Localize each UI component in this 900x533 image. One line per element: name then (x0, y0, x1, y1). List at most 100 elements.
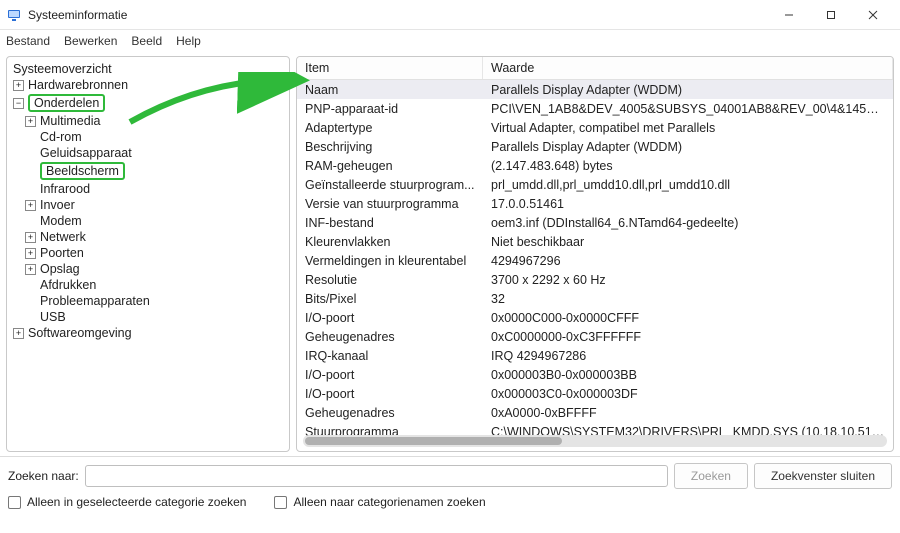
tree-label: Invoer (40, 198, 75, 212)
tree-components[interactable]: −Onderdelen (11, 93, 285, 113)
horizontal-scrollbar[interactable] (303, 435, 887, 447)
cell-value: 0xA0000-0xBFFFF (483, 405, 893, 421)
window-controls (768, 1, 894, 29)
list-row[interactable]: Geheugenadres0xC0000000-0xC3FFFFFF (297, 327, 893, 346)
cell-item: Beschrijving (297, 139, 483, 155)
cell-item: Bits/Pixel (297, 291, 483, 307)
tree-label: Systeemoverzicht (13, 62, 112, 76)
list-row[interactable]: BeschrijvingParallels Display Adapter (W… (297, 137, 893, 156)
tree-problem-devices[interactable]: Probleemapparaten (11, 293, 285, 309)
tree-label: Multimedia (40, 114, 100, 128)
tree-infrared[interactable]: Infrarood (11, 181, 285, 197)
checkbox-icon (8, 496, 21, 509)
tree-root[interactable]: Systeemoverzicht (11, 61, 285, 77)
list-row[interactable]: I/O-poort0x000003B0-0x000003BB (297, 365, 893, 384)
list-row[interactable]: RAM-geheugen(2.147.483.648) bytes (297, 156, 893, 175)
tree-software-env[interactable]: +Softwareomgeving (11, 325, 285, 341)
cell-item: IRQ-kanaal (297, 348, 483, 364)
app-icon (6, 7, 22, 23)
cell-value: Virtual Adapter, compatibel met Parallel… (483, 120, 893, 136)
checkbox-category-names[interactable]: Alleen naar categorienamen zoeken (274, 495, 485, 509)
list-row[interactable]: IRQ-kanaalIRQ 4294967286 (297, 346, 893, 365)
cell-item: PNP-apparaat-id (297, 101, 483, 117)
tree-ports[interactable]: +Poorten (11, 245, 285, 261)
cell-value: 4294967296 (483, 253, 893, 269)
column-header-value[interactable]: Waarde (483, 57, 893, 79)
cell-value: 17.0.0.51461 (483, 196, 893, 212)
cell-value: 0x000003C0-0x000003DF (483, 386, 893, 402)
cell-item: Geïnstalleerde stuurprogram... (297, 177, 483, 193)
list-row[interactable]: KleurenvlakkenNiet beschikbaar (297, 232, 893, 251)
tree-storage[interactable]: + Opslag (11, 261, 285, 277)
list-row[interactable]: Geheugenadres0xA0000-0xBFFFF (297, 403, 893, 422)
tree-label: Cd-rom (40, 130, 82, 144)
menu-view[interactable]: Beeld (131, 34, 162, 48)
maximize-button[interactable] (810, 1, 852, 29)
tree-usb[interactable]: USB (11, 309, 285, 325)
tree-multimedia[interactable]: + Multimedia (11, 113, 285, 129)
list-row[interactable]: Resolutie3700 x 2292 x 60 Hz (297, 270, 893, 289)
list-row[interactable]: NaamParallels Display Adapter (WDDM) (297, 80, 893, 99)
expand-icon[interactable]: + (25, 264, 36, 275)
tree-modem[interactable]: Modem (11, 213, 285, 229)
expand-icon[interactable]: + (13, 328, 24, 339)
cell-item: Resolutie (297, 272, 483, 288)
cell-item: I/O-poort (297, 310, 483, 326)
tree-label: Beeldscherm (40, 162, 125, 180)
checkbox-selected-category[interactable]: Alleen in geselecteerde categorie zoeken (8, 495, 246, 509)
tree-label: Infrarood (40, 182, 90, 196)
scrollbar-thumb[interactable] (305, 437, 562, 445)
expand-icon[interactable]: + (25, 232, 36, 243)
menu-help[interactable]: Help (176, 34, 201, 48)
tree-label: Netwerk (40, 230, 86, 244)
cell-item: Geheugenadres (297, 329, 483, 345)
collapse-icon[interactable]: − (13, 98, 24, 109)
close-search-button[interactable]: Zoekvenster sluiten (754, 463, 892, 489)
list-row[interactable]: I/O-poort0x0000C000-0x0000CFFF (297, 308, 893, 327)
titlebar: Systeeminformatie (0, 0, 900, 30)
tree-label: Onderdelen (28, 94, 105, 112)
expand-icon[interactable]: + (25, 200, 36, 211)
cell-value: 3700 x 2292 x 60 Hz (483, 272, 893, 288)
minimize-button[interactable] (768, 1, 810, 29)
cell-value: oem3.inf (DDInstall64_6.NTamd64-gedeelte… (483, 215, 893, 231)
cell-item: RAM-geheugen (297, 158, 483, 174)
list-row[interactable]: INF-bestandoem3.inf (DDInstall64_6.NTamd… (297, 213, 893, 232)
search-label: Zoeken naar: (8, 469, 79, 483)
close-button[interactable] (852, 1, 894, 29)
tree-network[interactable]: + Netwerk (11, 229, 285, 245)
tree-sound[interactable]: Geluidsapparaat (11, 145, 285, 161)
tree-printing[interactable]: Afdrukken (11, 277, 285, 293)
expand-icon[interactable]: + (25, 248, 36, 259)
cell-value: 32 (483, 291, 893, 307)
list-header: Item Waarde (297, 57, 893, 80)
expand-icon[interactable]: + (25, 116, 36, 127)
list-row[interactable]: Versie van stuurprogramma17.0.0.51461 (297, 194, 893, 213)
list-row[interactable]: Vermeldingen in kleurentabel4294967296 (297, 251, 893, 270)
search-input[interactable] (85, 465, 668, 487)
tree-cdrom[interactable]: Cd-rom (11, 129, 285, 145)
column-header-item[interactable]: Item (297, 57, 483, 79)
content-area: Systeemoverzicht +Hardwarebronnen −Onder… (0, 52, 900, 456)
list-row[interactable]: PNP-apparaat-idPCI\VEN_1AB8&DEV_4005&SUB… (297, 99, 893, 118)
menu-edit[interactable]: Bewerken (64, 34, 117, 48)
menu-file[interactable]: Bestand (6, 34, 50, 48)
tree-hardware[interactable]: +Hardwarebronnen (11, 77, 285, 93)
search-bar: Zoeken naar: Zoeken Zoekvenster sluiten … (0, 456, 900, 513)
tree-panel[interactable]: Systeemoverzicht +Hardwarebronnen −Onder… (6, 56, 290, 452)
cell-value: Parallels Display Adapter (WDDM) (483, 139, 893, 155)
cell-value: (2.147.483.648) bytes (483, 158, 893, 174)
tree-display[interactable]: Beeldscherm (11, 161, 285, 181)
search-button[interactable]: Zoeken (674, 463, 748, 489)
cell-item: Vermeldingen in kleurentabel (297, 253, 483, 269)
list-row[interactable]: I/O-poort0x000003C0-0x000003DF (297, 384, 893, 403)
tree-label: Opslag (40, 262, 80, 276)
expand-icon[interactable]: + (13, 80, 24, 91)
list-row[interactable]: Bits/Pixel32 (297, 289, 893, 308)
tree-label: Probleemapparaten (40, 294, 150, 308)
details-panel[interactable]: Item Waarde NaamParallels Display Adapte… (296, 56, 894, 452)
list-row[interactable]: Geïnstalleerde stuurprogram...prl_umdd.d… (297, 175, 893, 194)
tree-input[interactable]: + Invoer (11, 197, 285, 213)
checkbox-label: Alleen naar categorienamen zoeken (293, 495, 485, 509)
list-row[interactable]: AdaptertypeVirtual Adapter, compatibel m… (297, 118, 893, 137)
